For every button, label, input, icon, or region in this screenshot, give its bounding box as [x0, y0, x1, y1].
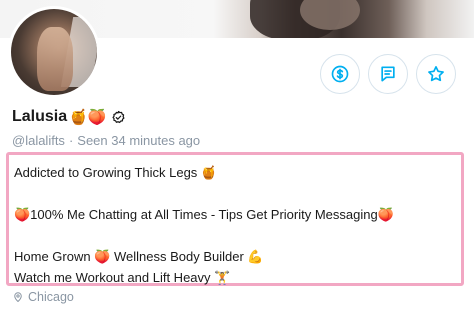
- avatar[interactable]: [8, 6, 100, 98]
- profile-name: Lalusia: [12, 108, 68, 125]
- verified-check-icon: [111, 110, 124, 123]
- bio-line: Watch me Workout and Lift Heavy 🏋️: [14, 270, 231, 285]
- username-handle: @lalalifts: [12, 133, 65, 148]
- dollar-circle-icon: [331, 65, 349, 83]
- location-pin-icon: [14, 292, 22, 302]
- star-icon: [428, 66, 444, 82]
- bio-line: Addicted to Growing Thick Legs 🍯: [14, 165, 218, 180]
- avatar-figure: [37, 27, 73, 91]
- avatar-image: [11, 9, 97, 95]
- separator: ·: [68, 133, 74, 148]
- location: Chicago: [12, 290, 74, 304]
- profile-name-row: Lalusia 🍯🍑: [12, 108, 126, 126]
- handle-row: @lalalifts · Seen 34 minutes ago: [12, 133, 200, 148]
- last-seen-status: Seen 34 minutes ago: [77, 133, 201, 148]
- bio-spacer: [14, 225, 456, 246]
- location-text: Chicago: [28, 290, 74, 304]
- message-icon: [381, 66, 395, 82]
- bio-spacer: [14, 183, 456, 204]
- bio-line: 🍑100% Me Chatting at All Times - Tips Ge…: [14, 207, 394, 222]
- message-button[interactable]: [368, 54, 408, 94]
- bio-line: Home Grown 🍑 Wellness Body Builder 💪: [14, 249, 264, 264]
- name-emojis: 🍯🍑: [69, 109, 107, 126]
- add-to-favorites-button[interactable]: [416, 54, 456, 94]
- send-tip-button[interactable]: [320, 54, 360, 94]
- bio-section: Addicted to Growing Thick Legs 🍯 🍑100% M…: [6, 152, 464, 286]
